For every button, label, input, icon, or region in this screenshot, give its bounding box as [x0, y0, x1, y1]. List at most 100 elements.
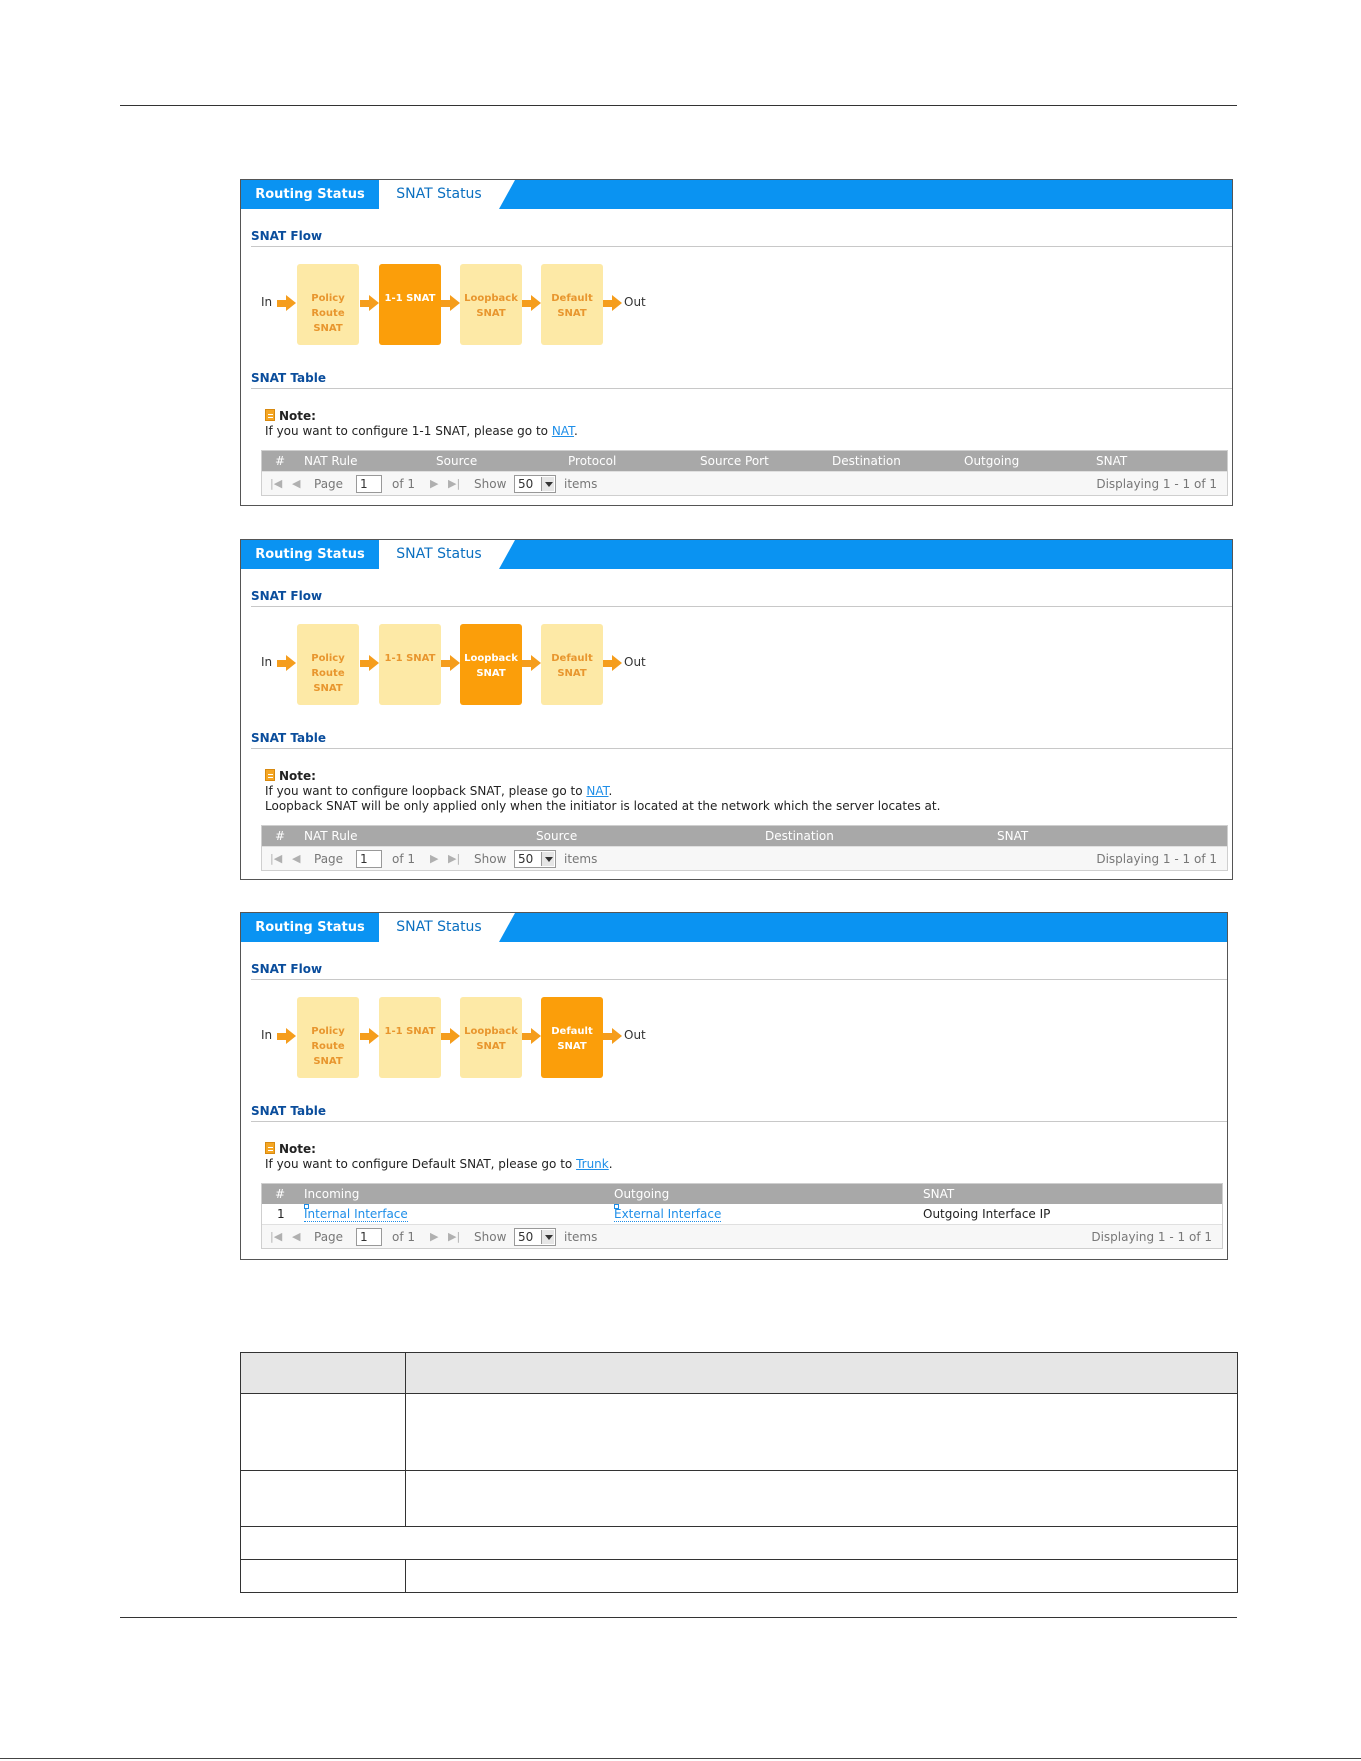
bottom-edge-rule [0, 1758, 1361, 1759]
per-page-select[interactable]: 50 [514, 1228, 556, 1246]
external-interface-link[interactable]: External Interface [614, 1207, 722, 1222]
note-block: Note: If you want to configure 1-1 SNAT,… [265, 409, 578, 439]
col-nat-rule[interactable]: NAT Rule [304, 451, 358, 471]
flow-step-1-1-snat: 1-1 SNAT [379, 264, 441, 345]
snat-panel-loopback: Routing Status SNAT Status SNAT Flow In … [240, 539, 1233, 880]
col-num[interactable]: # [275, 826, 285, 846]
row-snat: Outgoing Interface IP [923, 1207, 1051, 1221]
note-text-end: . [608, 1157, 613, 1171]
show-label: Show [474, 1230, 507, 1244]
label-cell [240, 1393, 406, 1471]
col-source[interactable]: Source [536, 826, 577, 846]
note-heading: Note: [279, 1142, 316, 1156]
col-num[interactable]: # [275, 1184, 285, 1204]
tab-bar: Routing Status SNAT Status [241, 540, 1232, 569]
tab-snat-status[interactable]: SNAT Status [379, 180, 499, 209]
page-input[interactable]: 1 [356, 475, 382, 493]
pager: |◀ ◀ Page 1 of 1 ▶ ▶| Show 50 items Disp… [262, 471, 1227, 495]
flow-arrow-icon [603, 1028, 622, 1045]
items-label: items [564, 852, 598, 866]
tab-notch [499, 540, 515, 569]
next-page-icon[interactable]: ▶ [430, 1225, 438, 1249]
last-page-icon[interactable]: ▶| [448, 847, 460, 871]
col-snat[interactable]: SNAT [923, 1184, 954, 1204]
section-cell [240, 1526, 1238, 1560]
flow-arrow-icon [360, 295, 379, 312]
snat-table: # NAT Rule Source Protocol Source Port D… [261, 450, 1228, 496]
flow-step-default-snat: Default SNAT [541, 264, 603, 345]
page-input[interactable]: 1 [356, 1228, 382, 1246]
table-row[interactable]: 1 Internal Interface External Interface … [262, 1204, 1222, 1224]
nat-link[interactable]: NAT [586, 784, 608, 798]
col-outgoing[interactable]: Outgoing [964, 451, 1019, 471]
tab-notch [499, 180, 515, 209]
row-outgoing[interactable]: External Interface [614, 1204, 722, 1224]
next-page-icon[interactable]: ▶ [430, 847, 438, 871]
table-header: # Incoming Outgoing SNAT [262, 1184, 1222, 1204]
object-link-icon [304, 1204, 309, 1209]
per-page-select[interactable]: 50 [514, 850, 556, 868]
flow-in-label: In [261, 1028, 273, 1042]
col-snat[interactable]: SNAT [997, 826, 1028, 846]
trunk-link[interactable]: Trunk [576, 1157, 609, 1171]
desc-cell [405, 1559, 1238, 1593]
tab-snat-status[interactable]: SNAT Status [379, 913, 499, 942]
snat-table: # Incoming Outgoing SNAT 1 Internal Inte… [261, 1183, 1223, 1249]
object-link-icon [614, 1204, 619, 1209]
col-destination[interactable]: Destination [765, 826, 834, 846]
col-num[interactable]: # [275, 451, 285, 471]
last-page-icon[interactable]: ▶| [448, 1225, 460, 1249]
note-heading: Note: [279, 409, 316, 423]
internal-interface-link[interactable]: Internal Interface [304, 1207, 408, 1222]
flow-step-1-1-snat: 1-1 SNAT [379, 997, 441, 1078]
per-page-select[interactable]: 50 [514, 475, 556, 493]
pager: |◀ ◀ Page 1 of 1 ▶ ▶| Show 50 items Disp… [262, 1224, 1222, 1248]
nat-link[interactable]: NAT [552, 424, 574, 438]
flow-arrow-icon [522, 295, 541, 312]
show-label: Show [474, 477, 507, 491]
displaying-label: Displaying 1 - 1 of 1 [1091, 1230, 1212, 1244]
tab-snat-status[interactable]: SNAT Status [379, 540, 499, 569]
row-incoming[interactable]: Internal Interface [304, 1204, 408, 1224]
flow-step-1-1-snat: 1-1 SNAT [379, 624, 441, 705]
first-page-icon[interactable]: |◀ [270, 472, 282, 496]
table-row [240, 1470, 1238, 1527]
snat-flow-diagram: In Policy Route SNAT 1-1 SNAT Loopback S… [261, 624, 661, 708]
last-page-icon[interactable]: ▶| [448, 472, 460, 496]
col-incoming[interactable]: Incoming [304, 1184, 359, 1204]
next-page-icon[interactable]: ▶ [430, 472, 438, 496]
tab-routing-status[interactable]: Routing Status [241, 540, 379, 569]
prev-page-icon[interactable]: ◀ [292, 1225, 300, 1249]
flow-arrow-icon [522, 1028, 541, 1045]
flow-out-label: Out [624, 1028, 646, 1042]
col-destination[interactable]: Destination [832, 451, 901, 471]
first-page-icon[interactable]: |◀ [270, 847, 282, 871]
table-row [240, 1526, 1238, 1560]
page-input[interactable]: 1 [356, 850, 382, 868]
prev-page-icon[interactable]: ◀ [292, 847, 300, 871]
col-nat-rule[interactable]: NAT Rule [304, 826, 358, 846]
col-outgoing[interactable]: Outgoing [614, 1184, 669, 1204]
items-label: items [564, 1230, 598, 1244]
first-page-icon[interactable]: |◀ [270, 1225, 282, 1249]
col-snat[interactable]: SNAT [1096, 451, 1127, 471]
flow-out-label: Out [624, 655, 646, 669]
prev-page-icon[interactable]: ◀ [292, 472, 300, 496]
flow-step-default-snat: Default SNAT [541, 997, 603, 1078]
col-protocol[interactable]: Protocol [568, 451, 616, 471]
per-page-value: 50 [518, 852, 534, 866]
tab-routing-status[interactable]: Routing Status [241, 913, 379, 942]
flow-arrow-icon [277, 1028, 296, 1045]
note-block: Note: If you want to configure Default S… [265, 1142, 613, 1172]
pager: |◀ ◀ Page 1 of 1 ▶ ▶| Show 50 items Disp… [262, 846, 1227, 870]
header-rule [120, 105, 1237, 106]
col-source[interactable]: Source [436, 451, 477, 471]
chevron-down-icon [541, 477, 554, 491]
col-source-port[interactable]: Source Port [700, 451, 769, 471]
chevron-down-icon [541, 852, 554, 866]
desc-cell [405, 1393, 1238, 1471]
flow-arrow-icon [441, 295, 460, 312]
page-of-label: of 1 [392, 852, 416, 866]
flow-arrow-icon [360, 1028, 379, 1045]
tab-routing-status[interactable]: Routing Status [241, 180, 379, 209]
